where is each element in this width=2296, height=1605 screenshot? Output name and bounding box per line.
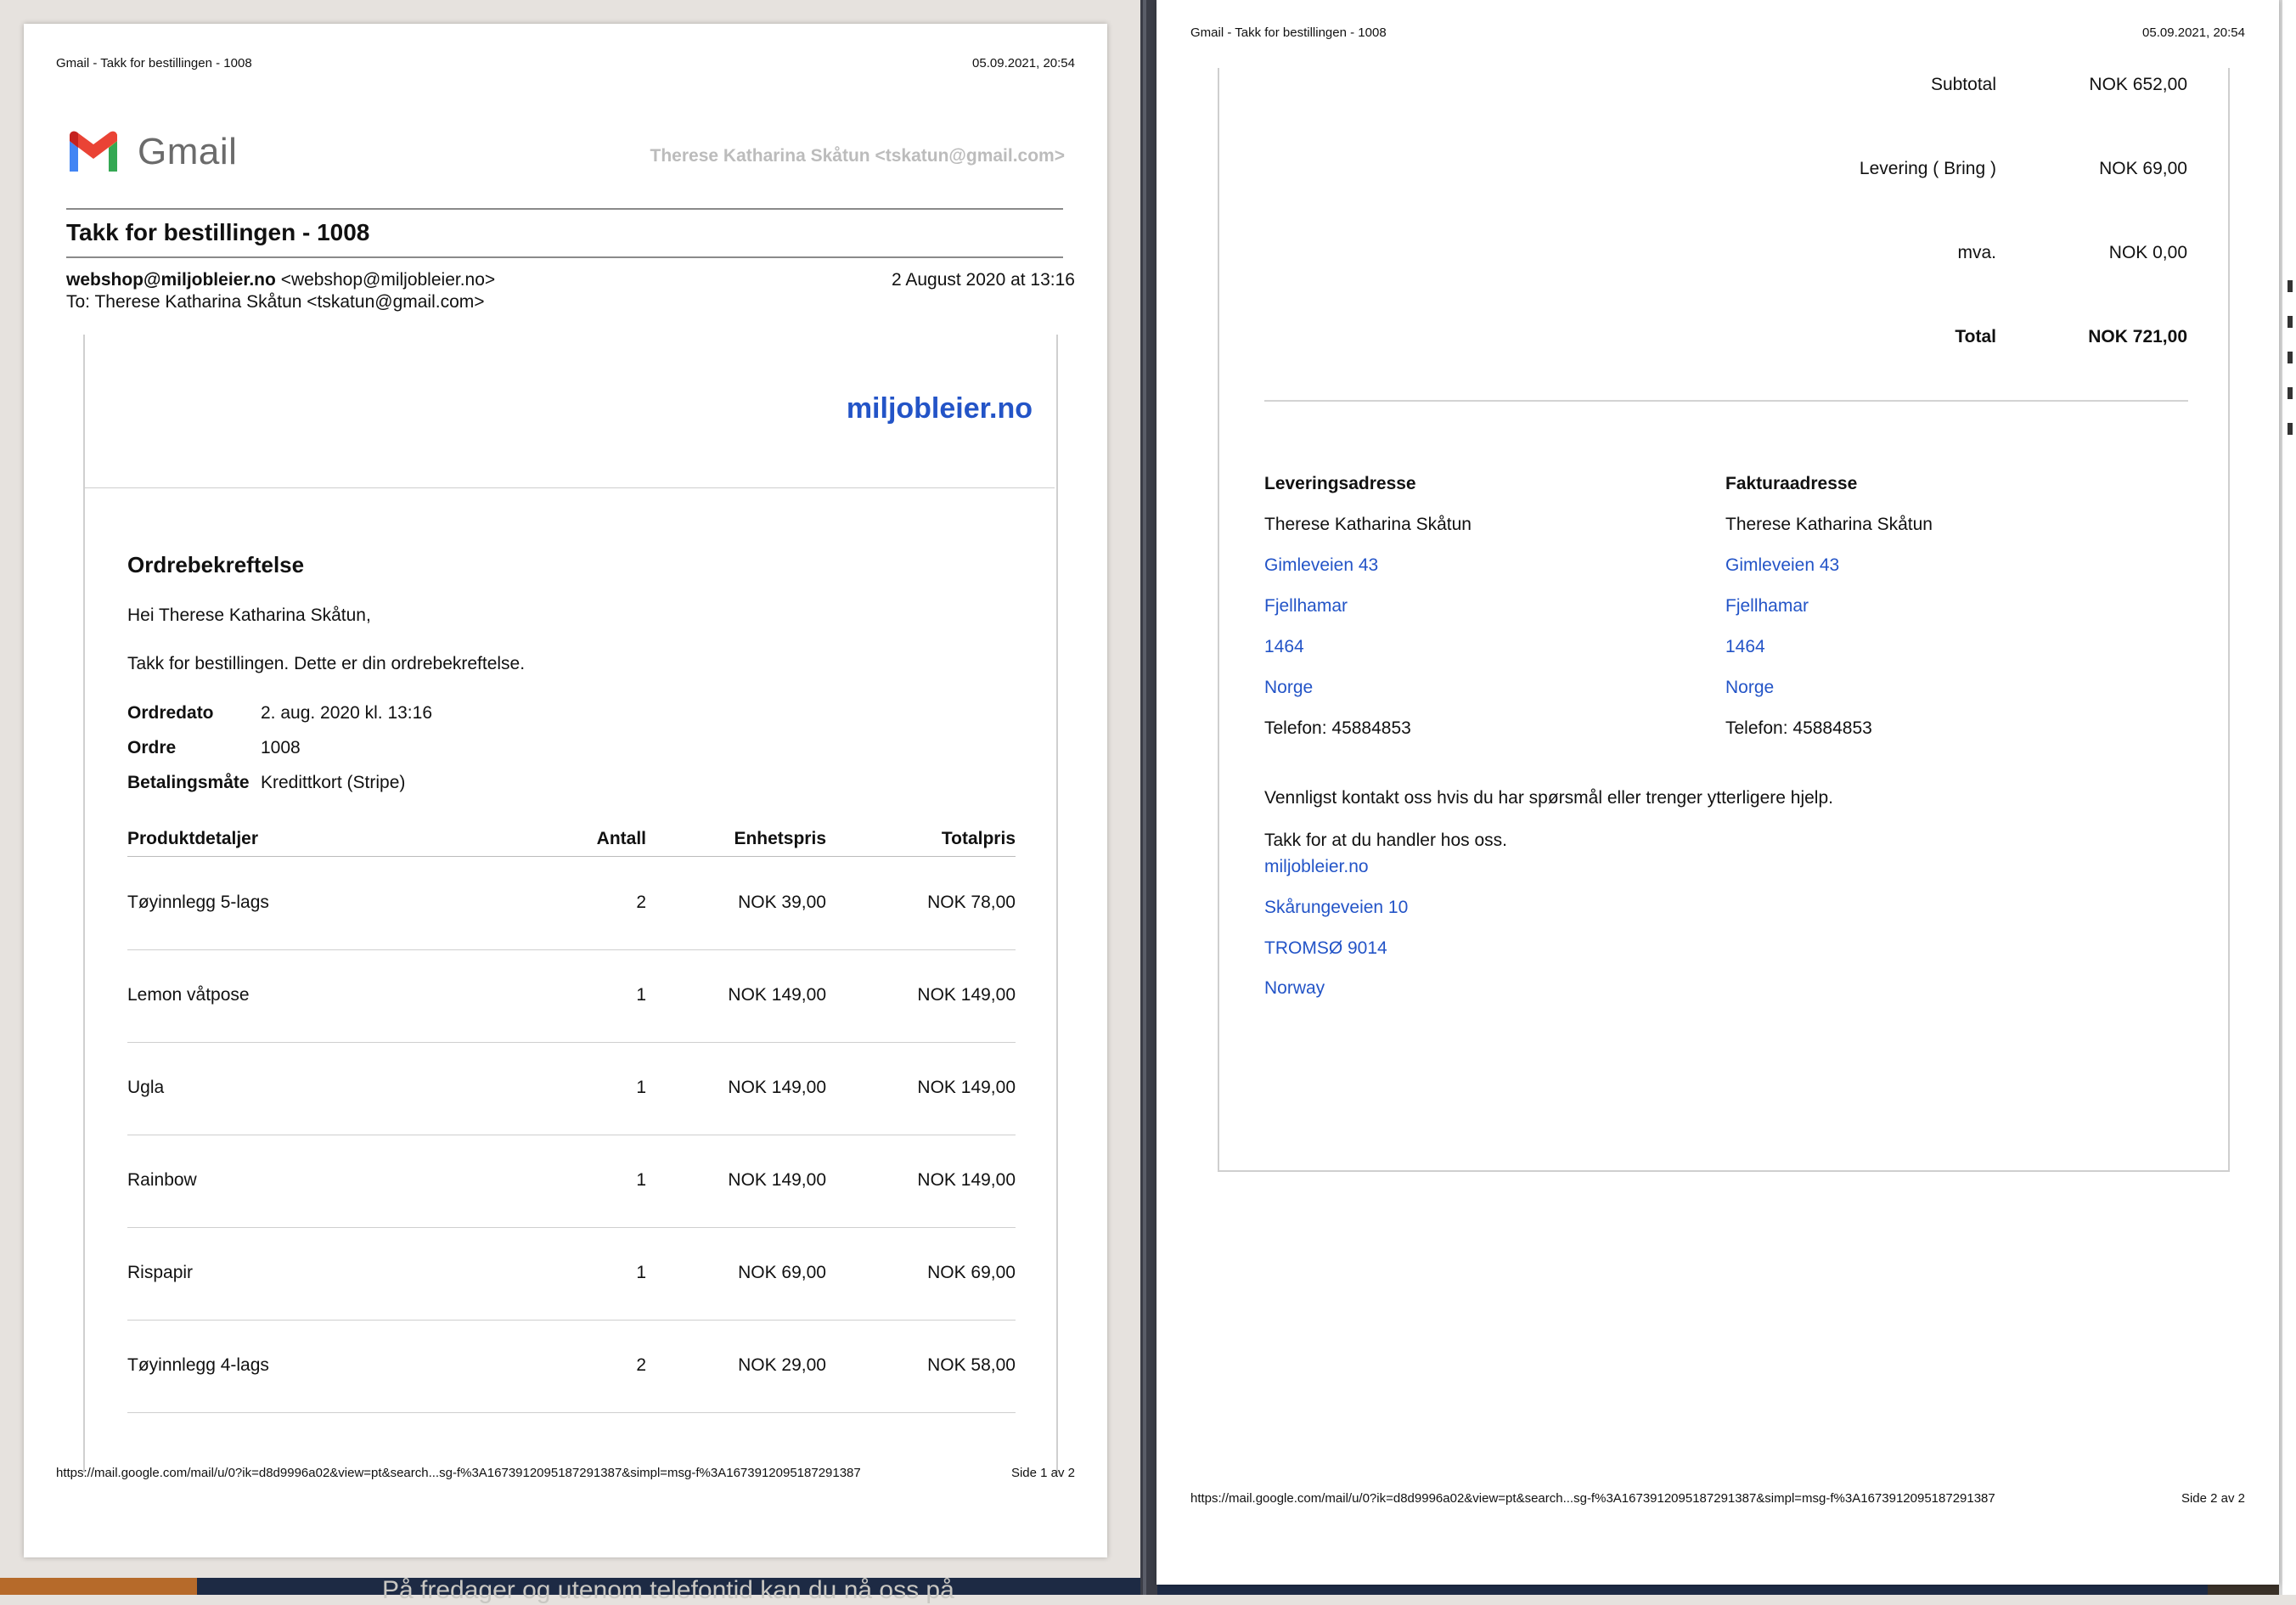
billing-street-link[interactable]: Gimleveien 43 [1725, 555, 1839, 576]
contact-text: Vennligst kontakt oss hvis du har spørsm… [1264, 788, 1833, 808]
footer-page-number: Side 1 av 2 [1010, 1466, 1075, 1480]
email-body-frame [1218, 68, 2230, 1172]
print-header-title: Gmail - Takk for bestillingen - 1008 [56, 56, 252, 70]
vat-value: NOK 0,00 [2108, 243, 2187, 262]
item-qty: 2 [636, 1355, 646, 1375]
item-name: Rainbow [127, 1170, 197, 1190]
item-unit-price: NOK 69,00 [738, 1263, 826, 1282]
shipping-city-link[interactable]: Fjellhamar [1264, 596, 1348, 617]
row-divider [127, 1227, 1016, 1228]
billing-city-link[interactable]: Fjellhamar [1725, 596, 1809, 617]
billing-postcode-link[interactable]: 1464 [1725, 637, 1765, 657]
row-divider [127, 1320, 1016, 1321]
print-page-1: Gmail - Takk for bestillingen - 1008 05.… [24, 24, 1107, 1557]
order-date-value: 2. aug. 2020 kl. 13:16 [261, 703, 432, 723]
shipping-phone: Telefon: 45884853 [1264, 718, 1411, 738]
email-to: To: Therese Katharina Skåtun <tskatun@gm… [66, 292, 485, 312]
item-qty: 2 [636, 893, 646, 912]
item-total-price: NOK 78,00 [927, 893, 1016, 912]
shipping-postcode-link[interactable]: 1464 [1264, 637, 1304, 657]
payment-method-value: Kredittkort (Stripe) [261, 773, 406, 792]
row-divider [127, 1412, 1016, 1413]
order-number-label: Ordre [127, 738, 177, 757]
account-label: Therese Katharina Skåtun <tskatun@gmail.… [650, 146, 1065, 166]
col-header-total: Totalpris [941, 829, 1016, 848]
col-header-unit: Enhetspris [734, 829, 826, 848]
email-from: webshop@miljobleier.no <webshop@miljoble… [66, 270, 495, 290]
item-qty: 1 [636, 1263, 646, 1282]
shop-logo-link[interactable]: miljobleier.no [847, 392, 1033, 425]
shipping-address-heading: Leveringsadresse [1264, 474, 1416, 493]
row-divider [127, 1042, 1016, 1043]
item-unit-price: NOK 149,00 [728, 1078, 826, 1097]
subject-divider [66, 256, 1063, 258]
col-header-product: Produktdetaljer [127, 829, 259, 848]
shipping-value: NOK 69,00 [2099, 159, 2187, 178]
item-qty: 1 [636, 1170, 646, 1190]
billing-name: Therese Katharina Skåtun [1725, 515, 1933, 534]
item-unit-price: NOK 39,00 [738, 893, 826, 912]
order-number-value: 1008 [261, 738, 301, 757]
item-unit-price: NOK 149,00 [728, 985, 826, 1005]
item-total-price: NOK 149,00 [917, 985, 1016, 1005]
shipping-country-link[interactable]: Norge [1264, 678, 1313, 698]
col-header-qty: Antall [596, 829, 646, 848]
header-divider [66, 208, 1063, 210]
footer-url: https://mail.google.com/mail/u/0?ik=d8d9… [1190, 1491, 1995, 1506]
intro-text: Takk for bestillingen. Dette er din ordr… [127, 654, 526, 673]
item-qty: 1 [636, 1078, 646, 1097]
shop-street-link[interactable]: Skårungeveien 10 [1264, 898, 1408, 918]
gmail-wordmark: Gmail [138, 131, 238, 172]
from-address: <webshop@miljobleier.no> [280, 270, 496, 290]
background-text: På fredager og utenom telefontid kan du … [382, 1576, 954, 1604]
email-date: 2 August 2020 at 13:16 [891, 270, 1075, 290]
print-page-2: Gmail - Takk for bestillingen - 1008 05.… [1156, 0, 2279, 1585]
item-name: Ugla [127, 1078, 165, 1097]
footer-url: https://mail.google.com/mail/u/0?ik=d8d9… [56, 1466, 861, 1480]
item-name: Lemon våtpose [127, 985, 250, 1005]
logo-divider [85, 487, 1055, 488]
item-unit-price: NOK 29,00 [738, 1355, 826, 1375]
item-total-price: NOK 58,00 [927, 1355, 1016, 1375]
item-qty: 1 [636, 985, 646, 1005]
item-total-price: NOK 149,00 [917, 1170, 1016, 1190]
billing-country-link[interactable]: Norge [1725, 678, 1774, 698]
shop-link[interactable]: miljobleier.no [1264, 857, 1369, 877]
thanks-text: Takk for at du handler hos oss. [1264, 831, 1507, 850]
print-header-title: Gmail - Takk for bestillingen - 1008 [1190, 25, 1387, 40]
item-total-price: NOK 149,00 [917, 1078, 1016, 1097]
row-divider [127, 949, 1016, 950]
shipping-name: Therese Katharina Skåtun [1264, 515, 1472, 534]
item-name: Tøyinnlegg 4-lags [127, 1355, 269, 1375]
table-header-rule [127, 856, 1016, 857]
item-name: Rispapir [127, 1263, 194, 1282]
adjacent-window-edge [2279, 0, 2296, 1595]
billing-address-heading: Fakturaadresse [1725, 474, 1858, 493]
order-heading: Ordrebekreftelse [127, 552, 305, 577]
subtotal-value: NOK 652,00 [2089, 75, 2187, 94]
item-total-price: NOK 69,00 [927, 1263, 1016, 1282]
footer-page-number: Side 2 av 2 [2181, 1491, 2245, 1506]
total-value: NOK 721,00 [2088, 327, 2187, 346]
shop-city-link[interactable]: TROMSØ 9014 [1264, 938, 1387, 959]
print-header-datetime: 05.09.2021, 20:54 [2142, 25, 2245, 40]
gmail-logo-icon [70, 131, 117, 172]
order-date-label: Ordredato [127, 703, 214, 723]
billing-phone: Telefon: 45884853 [1725, 718, 1872, 738]
window-divider[interactable] [1140, 0, 1157, 1595]
payment-method-label: Betalingsmåte [127, 773, 250, 792]
item-unit-price: NOK 149,00 [728, 1170, 826, 1190]
from-name: webshop@miljobleier.no [66, 270, 276, 290]
shipping-street-link[interactable]: Gimleveien 43 [1264, 555, 1378, 576]
email-subject: Takk for bestillingen - 1008 [66, 219, 370, 245]
greeting: Hei Therese Katharina Skåtun, [127, 605, 371, 625]
print-header-datetime: 05.09.2021, 20:54 [972, 56, 1075, 70]
shop-country-link[interactable]: Norway [1264, 978, 1325, 999]
summary-divider [1264, 400, 2188, 402]
item-name: Tøyinnlegg 5-lags [127, 893, 269, 912]
